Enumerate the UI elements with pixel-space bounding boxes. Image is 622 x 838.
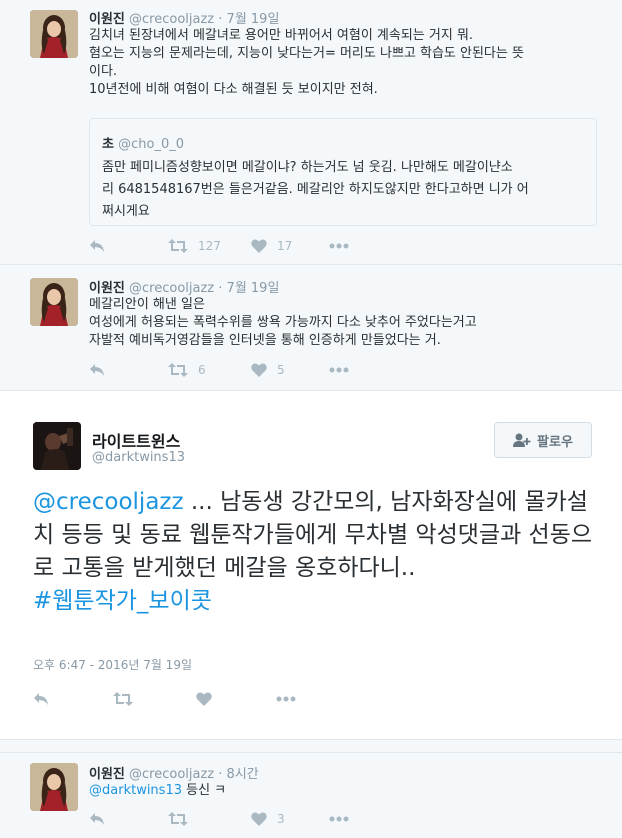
retweet-count: 6 [198,363,206,377]
follow-button[interactable]: 팔로우 [494,422,592,458]
retweet-button[interactable] [113,689,133,709]
tweet-text: @darktwins13 등신 ㅋ [89,782,226,800]
retweet-icon [168,812,188,826]
heart-icon [251,812,267,826]
retweet-count: 127 [198,239,221,253]
author-name[interactable]: 라이트트윈스 [92,428,180,452]
avatar[interactable] [30,763,78,811]
tweet-actions: 127 17 [89,236,389,256]
tweet-line: 자발적 예비독거영감들을 인터넷을 통해 인증하게 만들었다는 거. [89,333,441,348]
timestamp[interactable]: · 8시간 [218,767,258,782]
quote-line: 좀만 페미니즘성향보이면 메갈이냐? 하는거도 넘 웃김. 나만해도 메갈이냔소 [102,160,513,175]
like-button[interactable]: 5 [251,360,285,380]
author-handle[interactable]: @crecooljazz [129,12,214,27]
more-button[interactable] [329,360,349,380]
follow-label: 팔로우 [537,434,573,450]
retweet-icon [168,363,188,377]
more-icon [329,816,349,822]
tweet-text: @crecooljazz ... 남동생 강간모의, 남자화장실에 몰카설치 등… [33,486,603,618]
more-icon [329,367,349,373]
reply-icon [90,813,104,825]
author-name[interactable]: 이원진 [89,767,125,782]
more-button[interactable] [276,689,296,709]
reply-button[interactable] [89,360,105,380]
tweet-line: 메갈리안이 해낸 일은 [89,297,205,312]
timestamp: 오후 6:47 - 2016년 7월 19일 [33,658,192,672]
heart-icon [251,239,267,253]
reply-button[interactable] [89,809,105,829]
tweet-header: 이원진 @crecooljazz · 7월 19일 [89,277,279,296]
mention-link[interactable]: @darktwins13 [89,783,182,798]
more-icon [329,243,349,249]
reply-icon [90,240,104,252]
quote-line: 리 6481548167번은 들은거같음. 메갈리안 하지도않지만 한다고하면 … [102,182,529,197]
quote-author-name: 초 [102,137,114,152]
author-name[interactable]: 이원진 [89,12,125,27]
tweet-line: 김치녀 된장녀에서 메갈녀로 용어만 바뀌어서 여혐이 계속되는 거지 뭐. [89,28,474,43]
tweet-card[interactable]: 이원진 @crecooljazz · 7월 19일 메갈리안이 해낸 일은 여성… [0,266,622,390]
more-button[interactable] [329,809,349,829]
hashtag-link[interactable]: #웹툰작가_보이콧 [33,588,212,614]
quote-line: 쩌시게요 [102,204,150,219]
tweet-header: 이원진 @crecooljazz · 7월 19일 [89,8,279,27]
quote-author-handle: @cho_0_0 [118,137,184,152]
author-handle[interactable]: @crecooljazz [129,281,214,296]
tweet-actions: 6 5 [89,360,389,380]
avatar[interactable] [30,278,78,326]
add-user-icon [513,433,531,447]
retweet-button[interactable]: 127 [168,236,221,256]
tweet-line: 이다. [89,64,118,79]
tweet-header: 이원진 @crecooljazz · 8시간 [89,763,259,782]
focused-tweet[interactable]: 라이트트윈스 @darktwins13 팔로우 @crecooljazz ...… [0,390,622,740]
reply-button[interactable] [89,236,105,256]
mention-link[interactable]: @crecooljazz [33,489,184,515]
tweet-line: 혐오는 지능의 문제라는데, 지능이 낮다는거= 머리도 나쁘고 학습도 안된다… [89,46,524,61]
tweet-line: 10년전에 비해 여혐이 다소 해결된 듯 보이지만 전혀. [89,82,378,97]
reply-icon [90,364,104,376]
tweet-line: 여성에게 허용되는 폭력수위를 쌍욕 가능까지 다소 낮추어 주었다는거고 [89,315,477,330]
tweet-actions: 3 [89,809,389,829]
like-count: 3 [277,812,285,826]
retweet-icon [113,692,133,706]
author-handle[interactable]: @darktwins13 [92,450,185,465]
avatar[interactable] [33,422,81,470]
tweet-body: 등신 ㅋ [182,783,227,798]
retweet-icon [168,239,188,253]
heart-icon [251,363,267,377]
like-count: 5 [277,363,285,377]
like-count: 17 [277,239,293,253]
like-button[interactable] [196,689,212,709]
tweet-text: 김치녀 된장녀에서 메갈녀로 용어만 바뀌어서 여혐이 계속되는 거지 뭐. 혐… [89,27,524,99]
reply-tweet[interactable]: 이원진 @crecooljazz · 8시간 @darktwins13 등신 ㅋ… [0,752,622,838]
heart-icon [196,692,212,706]
like-button[interactable]: 3 [251,809,285,829]
avatar[interactable] [30,10,78,58]
retweet-button[interactable] [168,809,188,829]
retweet-button[interactable]: 6 [168,360,206,380]
reply-icon [34,693,48,705]
quote-header: 초 @cho_0_0 [102,133,184,152]
like-button[interactable]: 17 [251,236,292,256]
more-icon [276,696,296,702]
tweet-card[interactable]: 이원진 @crecooljazz · 7월 19일 김치녀 된장녀에서 메갈녀로… [0,0,622,265]
quote-text: 좀만 페미니즘성향보이면 메갈이냐? 하는거도 넘 웃김. 나만해도 메갈이냔소… [102,157,529,223]
author-handle[interactable]: @crecooljazz [129,767,214,782]
author-name[interactable]: 이원진 [89,281,125,296]
reply-button[interactable] [33,689,49,709]
tweet-text: 메갈리안이 해낸 일은 여성에게 허용되는 폭력수위를 쌍욕 가능까지 다소 낮… [89,296,477,350]
timestamp[interactable]: · 7월 19일 [218,281,279,296]
timestamp[interactable]: · 7월 19일 [218,12,279,27]
more-button[interactable] [329,236,349,256]
quoted-tweet[interactable]: 초 @cho_0_0 좀만 페미니즘성향보이면 메갈이냐? 하는거도 넘 웃김.… [89,118,597,226]
